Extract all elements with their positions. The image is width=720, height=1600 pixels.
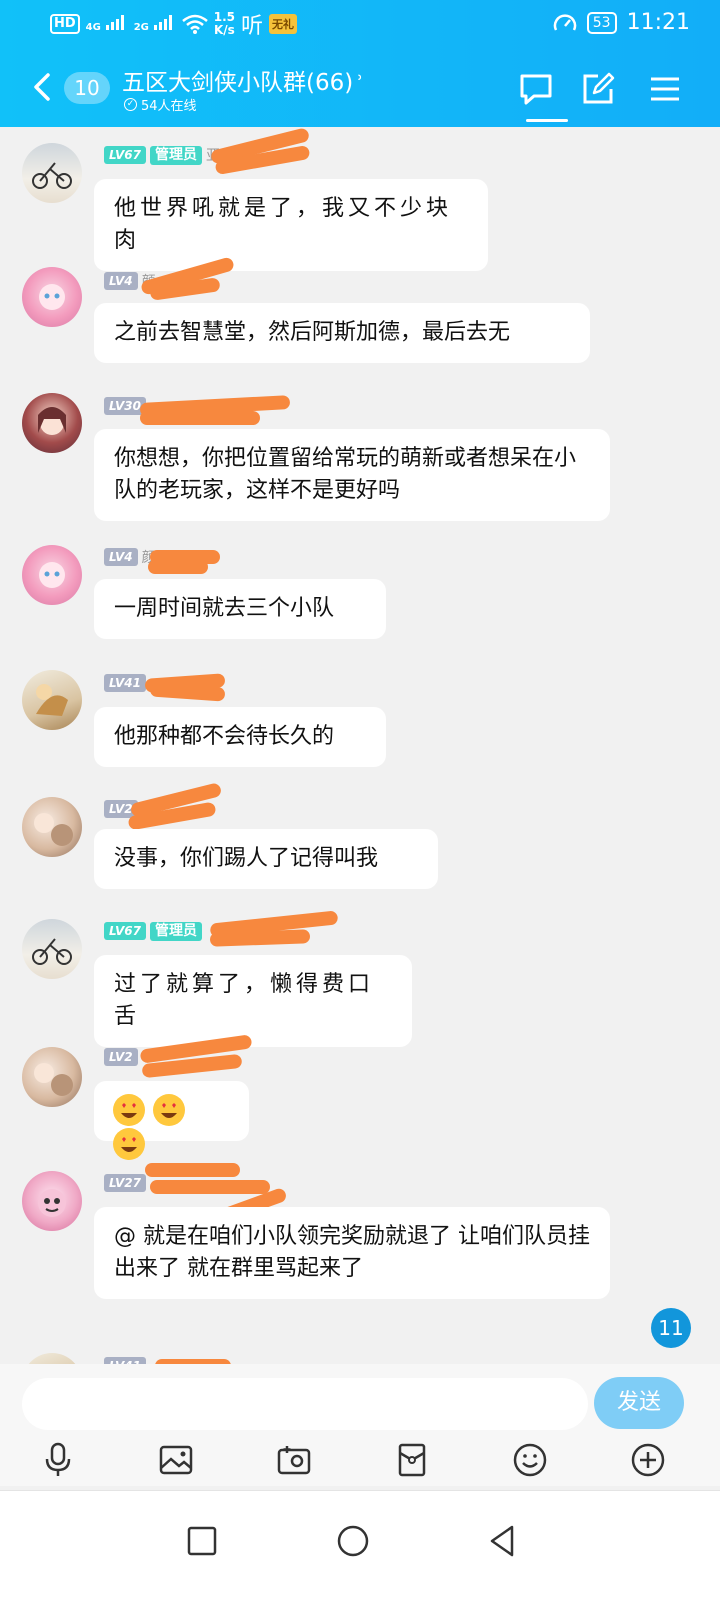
- composer: 发送: [0, 1364, 720, 1486]
- menu-icon[interactable]: [645, 69, 685, 109]
- message-bubble[interactable]: 他世界吼就是了，我又不少块肉: [94, 179, 488, 271]
- message-bubble[interactable]: [94, 1081, 249, 1160]
- edit-icon[interactable]: [578, 69, 618, 109]
- mic-icon[interactable]: [38, 1440, 78, 1480]
- signal-2g: 2G: [134, 14, 176, 34]
- listen-indicator: 听: [241, 14, 264, 39]
- sender-meta: LV67 管理员: [104, 921, 206, 941]
- admin-badge: 管理员: [149, 921, 202, 941]
- composer-toolbar: [0, 1440, 720, 1484]
- avatar[interactable]: [22, 143, 82, 203]
- avatar[interactable]: [22, 919, 82, 979]
- speedometer-icon: [553, 13, 576, 31]
- recents-icon[interactable]: [182, 1521, 222, 1561]
- level-badge: LV4: [104, 548, 138, 566]
- plus-icon[interactable]: [628, 1440, 668, 1480]
- avatar[interactable]: [22, 670, 82, 730]
- sender-meta: LV27: [104, 1173, 150, 1193]
- avatar[interactable]: [22, 797, 82, 857]
- back-icon[interactable]: [482, 1521, 522, 1561]
- redaction-mark: [209, 929, 311, 947]
- level-badge: LV4: [104, 272, 138, 290]
- app-badge: 无礼: [269, 14, 298, 34]
- system-navigation-bar: [0, 1490, 720, 1600]
- message-bubble[interactable]: 你想想，你把位置留给常玩的萌新或者想呆在小队的老玩家，这样不是更好吗: [94, 429, 610, 521]
- heart-eyes-emoji-icon: [113, 1128, 145, 1160]
- sender-meta: LV67 管理员 亚: [104, 145, 220, 165]
- wifi-icon: [181, 14, 208, 34]
- unread-count-pill[interactable]: 10: [64, 72, 110, 104]
- avatar[interactable]: [22, 393, 82, 453]
- level-badge: LV67: [104, 922, 146, 940]
- sender-meta: LV41: [104, 673, 150, 693]
- net-speed: 1.5 K/s: [213, 10, 236, 37]
- camera-icon[interactable]: [274, 1440, 314, 1480]
- level-badge: LV2: [104, 1048, 138, 1066]
- level-badge: LV67: [104, 146, 146, 164]
- header-bar: HD 4G 2G 1.5 K/s 听 无礼 53 11:21 10 五区大剑侠小队…: [0, 0, 720, 127]
- message-bubble[interactable]: 一周时间就去三个小队: [94, 579, 386, 639]
- level-badge: LV27: [104, 1174, 146, 1192]
- heart-eyes-emoji-icon: [153, 1094, 185, 1126]
- active-tab-underline: [526, 119, 568, 122]
- status-bar: HD 4G 2G 1.5 K/s 听 无礼 53 11:21: [0, 0, 720, 50]
- avatar[interactable]: [22, 267, 82, 327]
- image-icon[interactable]: [156, 1440, 196, 1480]
- message-bubble[interactable]: @ 就是在咱们小队领完奖励就退了 让咱们队员挂出来了 就在群里骂起来了: [94, 1207, 610, 1299]
- admin-badge: 管理员: [149, 145, 202, 165]
- chat-bubble-icon[interactable]: [516, 69, 556, 109]
- message-bubble[interactable]: 他那种都不会待长久的: [94, 707, 386, 767]
- avatar[interactable]: [22, 545, 82, 605]
- clock: 11:21: [626, 10, 690, 35]
- sender-meta: LV2: [104, 1047, 142, 1067]
- message-bubble[interactable]: 没事，你们踢人了记得叫我: [94, 829, 438, 889]
- online-status: ✓ 54人在线: [124, 95, 197, 114]
- redaction-mark: [150, 1180, 270, 1194]
- check-icon: ✓: [124, 98, 137, 111]
- battery-indicator: 53: [586, 11, 617, 34]
- chat-nav: 10 五区大剑侠小队群(66) ʾ ✓ 54人在线: [0, 55, 720, 127]
- avatar[interactable]: [22, 1047, 82, 1107]
- redaction-mark: [145, 1163, 240, 1177]
- hd-indicator: HD: [50, 14, 80, 34]
- signal-4g: 4G: [86, 14, 128, 34]
- ear-icon: ʾ: [357, 71, 364, 95]
- level-badge: LV41: [104, 674, 146, 692]
- red-packet-icon[interactable]: [392, 1440, 432, 1480]
- message-input[interactable]: [22, 1378, 588, 1430]
- back-arrow-icon[interactable]: [28, 67, 58, 107]
- heart-eyes-emoji-icon: [113, 1094, 145, 1126]
- emoji-icon[interactable]: [510, 1440, 550, 1480]
- message-bubble[interactable]: 过了就算了，懒得费口舌: [94, 955, 412, 1047]
- redaction-mark: [148, 560, 208, 574]
- group-title[interactable]: 五区大剑侠小队群(66) ʾ: [122, 63, 363, 97]
- home-icon[interactable]: [333, 1521, 373, 1561]
- message-bubble[interactable]: 之前去智慧堂，然后阿斯加德，最后去无: [94, 303, 590, 363]
- message-list[interactable]: LV67 管理员 亚 他世界吼就是了，我又不少块肉 LV4 颜 之前去智慧堂，然…: [0, 127, 720, 1391]
- avatar[interactable]: [22, 1171, 82, 1231]
- send-button[interactable]: 发送: [594, 1377, 684, 1429]
- new-message-count-badge[interactable]: 11: [651, 1308, 691, 1348]
- redaction-mark: [140, 411, 260, 425]
